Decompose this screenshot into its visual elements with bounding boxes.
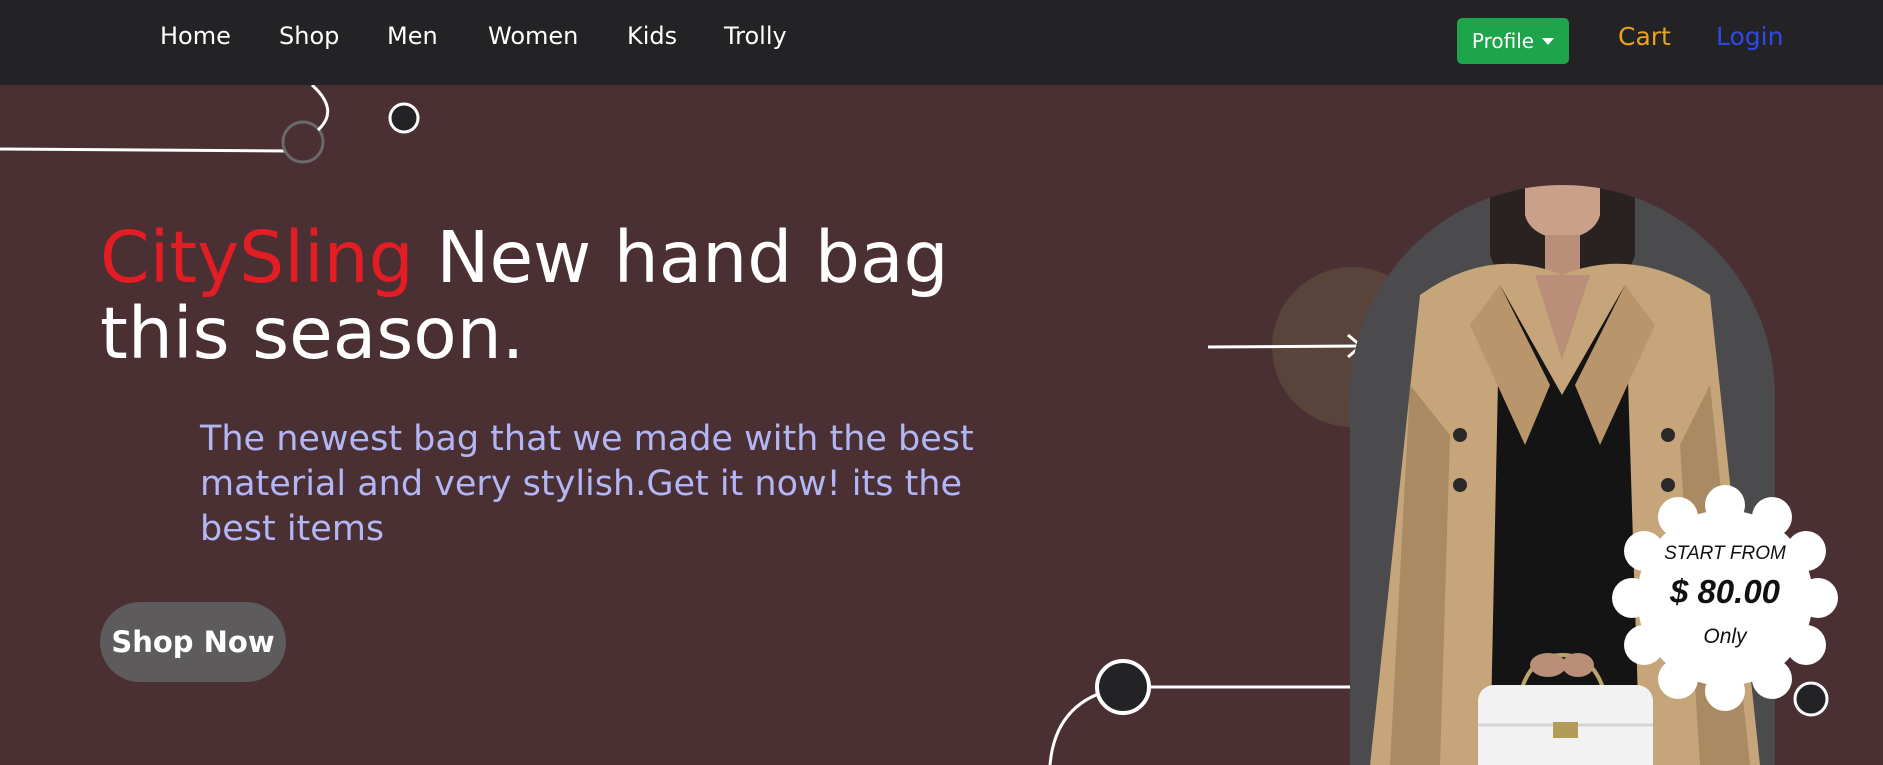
nav-men-link[interactable]: Men [387,22,438,50]
top-left-line [0,147,289,153]
top-left-ring [281,120,325,164]
bottom-circle-large [1095,659,1151,715]
hero-subtext: The newest bag that we made with the bes… [200,419,974,549]
login-link[interactable]: Login [1716,22,1783,51]
profile-dropdown-button[interactable]: Profile [1457,18,1569,64]
cart-link[interactable]: Cart [1618,22,1671,51]
hero-headline: CitySling New hand bag this season. [100,220,1030,372]
nav-home-link[interactable]: Home [160,22,231,50]
top-navbar: Home Shop Men Women Kids Trolly Profile … [0,0,1883,85]
nav-trolly-link[interactable]: Trolly [724,22,787,50]
nav-shop-link[interactable]: Shop [279,22,339,50]
shop-now-button[interactable]: Shop Now [100,602,286,682]
nav-women-link[interactable]: Women [488,22,578,50]
price-badge: START FROM $ 80.00 Only [1612,485,1838,711]
brand-name: CitySling [100,216,414,299]
nav-kids-link[interactable]: Kids [627,22,677,50]
profile-label: Profile [1471,29,1535,53]
small-circle-top [388,102,420,134]
arrow-shaft [1207,344,1361,349]
badge-only: Only [1703,625,1747,648]
badge-start-from: START FROM [1664,543,1786,564]
caret-down-icon [1542,37,1555,45]
badge-price: $ 80.00 [1669,573,1781,610]
hero-section: CitySling New hand bag this season. The … [0,85,1883,765]
top-left-arc [310,85,329,132]
